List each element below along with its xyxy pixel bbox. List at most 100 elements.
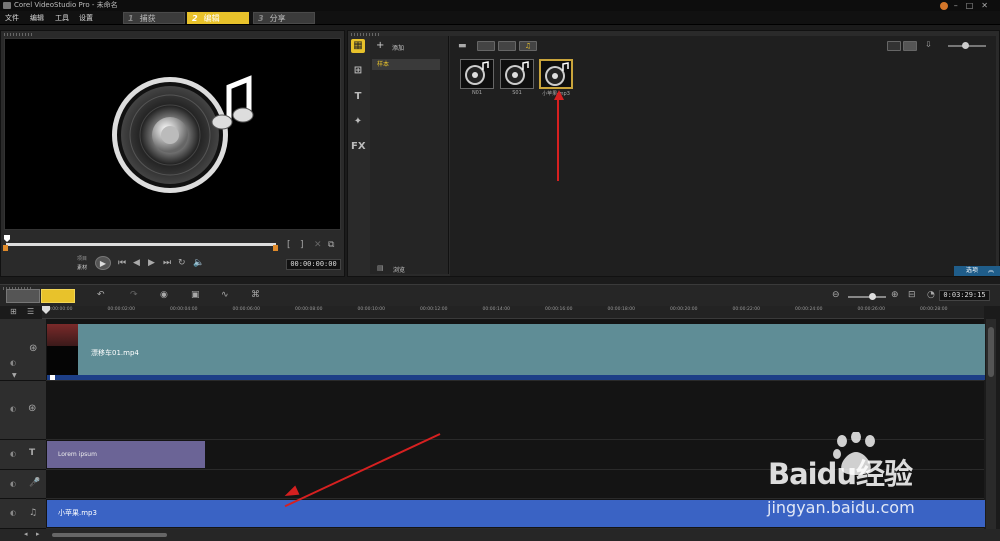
panel-grip[interactable] — [4, 33, 34, 36]
track-visibility-icon[interactable]: ◐ — [10, 450, 16, 458]
preview-timecode[interactable]: 00:00:00:00 — [286, 259, 341, 270]
mark-in-button[interactable]: [ — [287, 240, 291, 250]
music-track-header: ◐ ♫ — [0, 499, 46, 529]
audio-file-icon — [545, 62, 569, 86]
menu-edit[interactable]: 编辑 — [30, 13, 44, 23]
library-item[interactable] — [500, 59, 534, 89]
previous-frame-button[interactable]: ◀︎ — [133, 258, 140, 268]
close-button[interactable]: ✕ — [981, 1, 996, 10]
sort-icon[interactable]: ⇩ — [925, 40, 932, 49]
overlay-track-icon: ⊛ — [28, 403, 37, 414]
menu-tools[interactable]: 工具 — [55, 13, 69, 23]
project-mode-label[interactable]: 项目 — [77, 255, 87, 262]
thumbnail-view-button[interactable] — [903, 41, 917, 51]
tab-edit[interactable]: 2 编辑 — [187, 12, 249, 24]
audio-waveform-icon[interactable]: ∿ — [221, 290, 229, 300]
track-visibility-icon[interactable]: ◐ — [10, 509, 16, 517]
track-manager-icon[interactable]: ⊞ — [10, 307, 17, 316]
folder-icon[interactable]: ▬ — [458, 41, 467, 51]
timeline-view-button[interactable] — [41, 289, 75, 303]
enlarge-preview-icon[interactable]: ⧉ — [328, 240, 334, 250]
volume-icon[interactable]: 🔈 — [193, 258, 204, 268]
timeline-horizontal-scrollbar[interactable]: ◂ ▸ — [0, 529, 1000, 541]
undo-icon[interactable]: ↶ — [97, 290, 105, 300]
browse-icon[interactable]: ▤ — [377, 264, 384, 272]
timeline-zoom-slider[interactable] — [848, 296, 886, 298]
ruler-tick-label: 00:00:24:00 — [795, 307, 823, 312]
play-button[interactable]: ▶ — [95, 256, 111, 270]
music-track-icon: ♫ — [29, 508, 38, 518]
library-folder-nav — [370, 36, 449, 274]
trim-end-marker[interactable] — [273, 245, 278, 251]
mix-icon[interactable]: ▣ — [191, 290, 200, 300]
title-clip[interactable]: Lorem ipsum — [47, 441, 205, 468]
scroll-right-icon[interactable]: ▸ — [36, 530, 40, 538]
video-track-icon: ⊛ — [29, 343, 38, 354]
window-title: Corel VideoStudio Pro - 未命名 — [14, 1, 118, 9]
music-note-speaker-icon — [112, 75, 254, 193]
trim-start-marker[interactable] — [3, 245, 8, 251]
thumbnail-size-handle[interactable] — [962, 42, 969, 49]
menu-bar: 文件 编辑 工具 设置 1 捕获 2 编辑 3 分享 — [0, 11, 1000, 25]
scroll-thumb[interactable] — [52, 533, 167, 537]
annotation-arrowhead — [554, 90, 564, 100]
add-folder-icon[interactable]: + — [376, 40, 384, 51]
motion-tracking-icon[interactable]: ⌘ — [251, 290, 260, 300]
media-library-icon[interactable]: ▦ — [351, 39, 365, 53]
tab-share[interactable]: 3 分享 — [253, 12, 315, 24]
show-photo-button[interactable] — [498, 41, 516, 51]
add-folder-button[interactable]: 添加 — [392, 43, 404, 52]
ruler-tick-label: 00:00:04:00 — [170, 307, 198, 312]
title-icon[interactable]: T — [351, 90, 365, 104]
ruler-tick-label: 00:00:02:00 — [107, 307, 135, 312]
storyboard-view-button[interactable] — [6, 289, 40, 303]
menu-settings[interactable]: 设置 — [79, 13, 93, 23]
graphic-icon[interactable]: ✦ — [351, 115, 365, 129]
track-visibility-icon[interactable]: ◐ — [10, 480, 16, 488]
library-item-selected[interactable] — [539, 59, 573, 89]
home-button[interactable]: ⏮ — [118, 258, 126, 268]
zoom-out-icon[interactable]: ⊖ — [832, 290, 840, 300]
chapter-icon[interactable]: ☰ — [27, 307, 34, 316]
fit-project-icon[interactable]: ⊟ — [908, 290, 916, 300]
transition-icon[interactable]: ⊞ — [351, 64, 365, 78]
list-view-button[interactable] — [887, 41, 901, 51]
ruler-tick-label: 00:00:10:00 — [357, 307, 385, 312]
record-capture-icon[interactable]: ◉ — [160, 290, 168, 300]
next-frame-button[interactable]: ▶︎ — [148, 258, 155, 268]
filter-icon[interactable]: FX — [351, 140, 366, 154]
scroll-left-icon[interactable]: ◂ — [24, 530, 28, 538]
help-icon[interactable] — [939, 1, 948, 10]
library-item[interactable] — [460, 59, 494, 89]
timeline-vertical-scrollbar[interactable] — [986, 319, 996, 529]
time-ruler[interactable]: 00:00:00:00 00:00:02:00 00:00:04:00 00:00:0… — [42, 306, 984, 319]
maximize-button[interactable]: □ — [966, 1, 982, 10]
tab-capture[interactable]: 1 捕获 — [123, 12, 185, 24]
scroll-thumb[interactable] — [988, 327, 994, 377]
clip-mode-label[interactable]: 素材 — [77, 264, 87, 271]
mark-out-button[interactable]: ] — [300, 240, 304, 250]
redo-icon[interactable]: ↷ — [130, 290, 138, 300]
sample-folder[interactable]: 样本 — [372, 59, 440, 70]
scrubber-bar[interactable] — [6, 243, 276, 246]
track-visibility-icon[interactable]: ◐ — [10, 405, 16, 413]
zoom-in-icon[interactable]: ⊕ — [891, 290, 899, 300]
preview-screen — [4, 38, 341, 230]
options-button[interactable]: 选项 ︽ — [954, 266, 1000, 276]
repeat-button[interactable]: ↻ — [178, 258, 186, 268]
browse-button[interactable]: 浏览 — [393, 265, 405, 274]
minimize-button[interactable]: – — [954, 1, 966, 10]
ruler-tick-label: 00:00:08:00 — [295, 307, 323, 312]
ruler-tick-label: 00:00:12:00 — [420, 307, 448, 312]
clip-marker — [50, 375, 55, 380]
show-audio-button[interactable]: ♫ — [519, 41, 537, 51]
menu-file[interactable]: 文件 — [5, 13, 19, 23]
split-clip-icon[interactable]: ✕ — [314, 240, 322, 250]
library-item-label: N01 — [471, 90, 483, 96]
video-clip[interactable]: 漂移车01.mp4 — [47, 324, 985, 376]
zoom-slider-handle[interactable] — [869, 293, 876, 300]
show-video-button[interactable] — [477, 41, 495, 51]
end-button[interactable]: ⏭ — [163, 258, 171, 268]
track-visibility-icon[interactable]: ◐ — [10, 359, 16, 367]
track-expand-icon[interactable]: ▼ — [12, 372, 17, 379]
